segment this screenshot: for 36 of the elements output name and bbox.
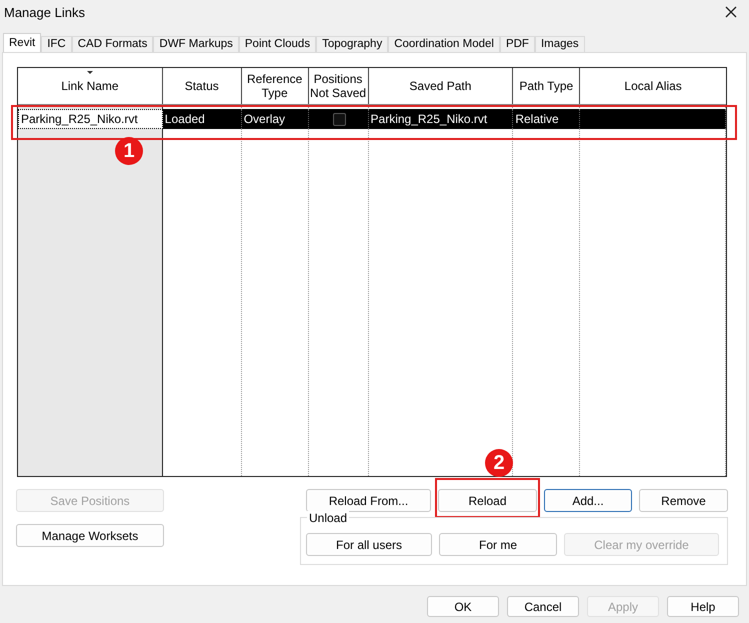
dialog-button[interactable]: Cancel — [507, 596, 579, 617]
column-header[interactable]: Status — [162, 68, 242, 104]
tab[interactable]: Coordination Model — [388, 36, 500, 52]
tab[interactable]: Topography — [316, 36, 388, 52]
column-header[interactable]: Path Type — [513, 68, 580, 104]
action-button[interactable]: For me — [439, 533, 557, 556]
tab[interactable]: Revit — [3, 33, 42, 52]
table-row[interactable]: Parking_R25_Niko.rvt Loaded Overlay Parking_R25_Niko.rvt Relative — [18, 109, 726, 129]
column-header[interactable]: Saved Path — [368, 68, 514, 104]
tab[interactable]: CAD Formats — [72, 36, 154, 52]
column-header[interactable]: Local Alias — [580, 68, 726, 104]
column-header[interactable]: Link Name — [18, 68, 163, 104]
tab[interactable]: IFC — [41, 36, 72, 52]
dialog-button[interactable]: Help — [667, 596, 739, 617]
table-cell: Relative — [513, 109, 580, 129]
group-label: Unload — [307, 511, 350, 525]
action-button[interactable]: Reload — [438, 489, 537, 512]
table-cell: Loaded — [162, 109, 242, 129]
action-button[interactable]: Manage Worksets — [16, 524, 164, 547]
action-button[interactable]: Reload From... — [306, 489, 431, 512]
action-button[interactable]: Add... — [544, 489, 632, 512]
tab[interactable]: DWF Markups — [153, 36, 239, 52]
table-cell: Overlay — [242, 109, 309, 129]
table-cell: Parking_R25_Niko.rvt — [18, 109, 163, 129]
checkbox[interactable] — [332, 112, 346, 126]
action-button[interactable]: For all users — [306, 533, 432, 556]
column-header[interactable]: Positions Not Saved — [308, 68, 369, 104]
table-cell: Parking_R25_Niko.rvt — [368, 109, 514, 129]
tab[interactable]: Point Clouds — [238, 36, 316, 52]
tab[interactable]: Images — [534, 36, 585, 52]
column-header[interactable]: Reference Type — [242, 68, 309, 104]
tab[interactable]: PDF — [500, 36, 535, 52]
window-title: Manage Links — [4, 4, 85, 20]
action-button[interactable]: Remove — [639, 489, 728, 512]
close-icon[interactable] — [725, 6, 737, 18]
dialog-button[interactable]: OK — [427, 596, 499, 617]
